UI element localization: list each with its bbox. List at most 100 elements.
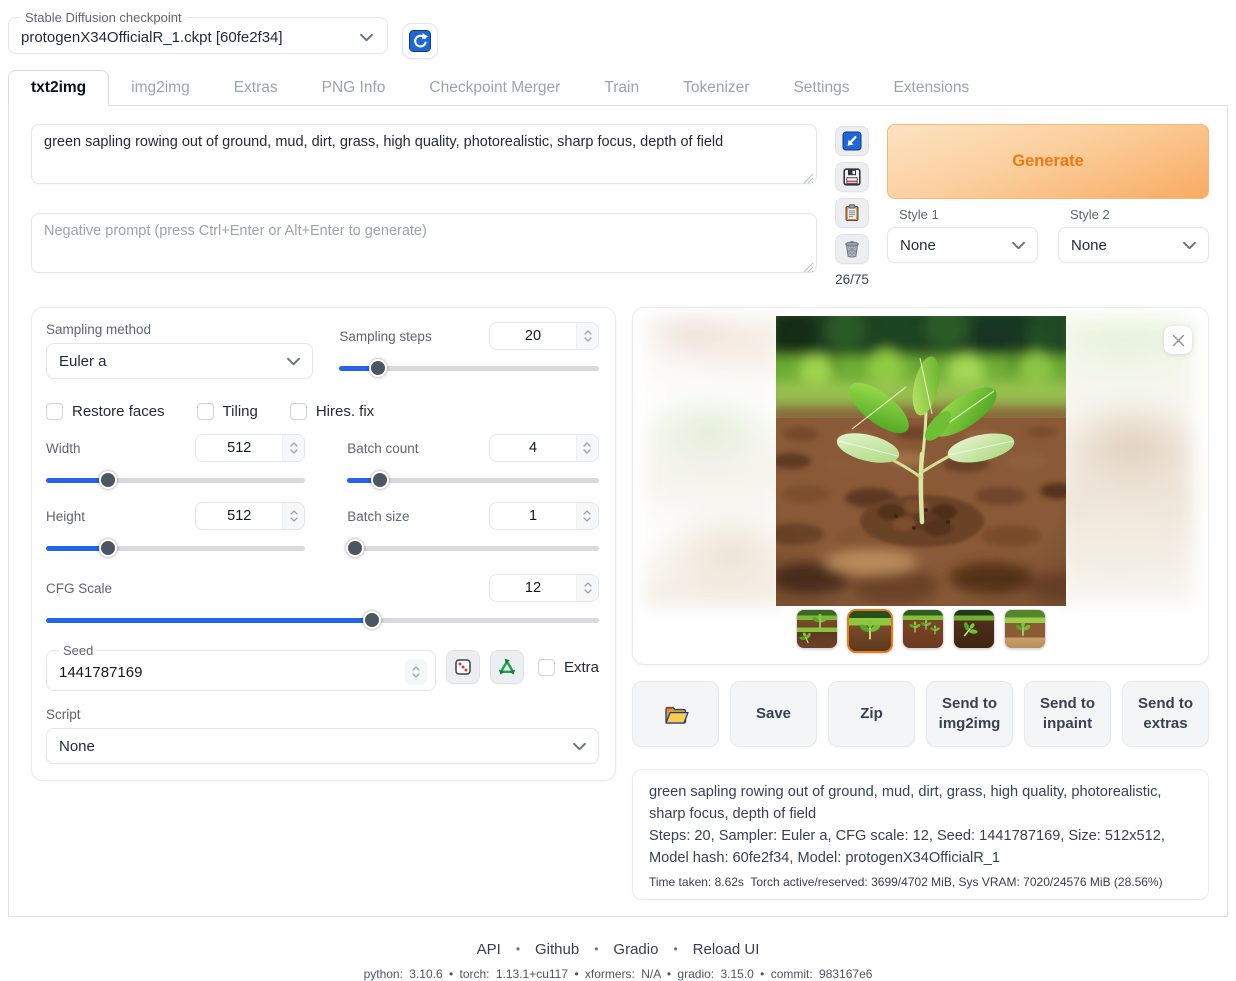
batch-size-spinner[interactable] (576, 503, 598, 529)
send-to-extras-button[interactable]: Send to extras (1122, 681, 1209, 747)
gallery-thumbnail-4[interactable] (953, 609, 995, 649)
sampling-steps-spinner[interactable] (576, 323, 598, 349)
sampling-steps-label: Sampling steps (339, 329, 431, 344)
width-slider[interactable] (46, 471, 305, 489)
gallery-thumbnail-1[interactable] (796, 609, 838, 649)
sampling-method-dropdown[interactable]: Euler a (46, 343, 313, 379)
script-dropdown[interactable]: None (46, 728, 599, 764)
tab-img2img[interactable]: img2img (109, 71, 212, 105)
checkbox-box[interactable] (46, 403, 63, 420)
zip-button[interactable]: Zip (828, 681, 915, 747)
info-performance-text: Time taken: 8.62s Torch active/reserved:… (649, 875, 1192, 889)
generate-button[interactable]: Generate (887, 124, 1209, 199)
tab-train[interactable]: Train (582, 71, 661, 105)
tab-extras[interactable]: Extras (212, 71, 300, 105)
gallery-thumbnail-3[interactable] (902, 609, 944, 649)
sampling-steps-slider[interactable] (339, 359, 599, 377)
cfg-scale-label: CFG Scale (46, 581, 112, 596)
tab-checkpoint-merger[interactable]: Checkpoint Merger (407, 71, 582, 105)
height-input[interactable]: 512 (195, 502, 305, 530)
seed-label: Seed (59, 643, 97, 658)
spinner-down-icon (412, 673, 420, 678)
send-to-img2img-button[interactable]: Send to img2img (926, 681, 1013, 747)
batch-size-label: Batch size (347, 509, 409, 524)
random-seed-button[interactable] (446, 650, 480, 684)
reuse-seed-button[interactable] (490, 650, 524, 684)
checkpoint-header: Stable Diffusion checkpoint protogenX34O… (8, 10, 1228, 59)
checkbox-box[interactable] (538, 659, 555, 676)
footer-link-api[interactable]: API (477, 941, 501, 958)
generation-settings-card: Sampling method Euler a Sampling steps 2… (31, 307, 616, 781)
batch-size-input[interactable]: 1 (489, 502, 599, 530)
tiling-checkbox[interactable]: Tiling (197, 403, 258, 420)
save-style-button[interactable] (835, 162, 869, 192)
spinner-up-icon (584, 582, 592, 587)
checkbox-box[interactable] (290, 403, 307, 420)
cfg-scale-input[interactable]: 12 (489, 574, 599, 602)
chevron-down-icon (573, 742, 586, 751)
refresh-checkpoints-button[interactable] (402, 23, 438, 59)
close-icon (1171, 333, 1186, 348)
save-button[interactable]: Save (730, 681, 817, 747)
height-slider[interactable] (46, 539, 305, 557)
image-gallery (632, 307, 1209, 665)
sampling-method-value: Euler a (59, 353, 107, 370)
clear-prompt-button[interactable] (835, 234, 869, 264)
seed-spinner[interactable] (405, 659, 427, 685)
extra-seed-checkbox[interactable]: Extra (538, 659, 599, 676)
floppy-disk-icon (842, 167, 862, 187)
checkpoint-dropdown[interactable]: Stable Diffusion checkpoint protogenX34O… (8, 10, 388, 54)
tab-settings[interactable]: Settings (771, 71, 871, 105)
height-spinner[interactable] (282, 503, 304, 529)
width-spinner[interactable] (282, 435, 304, 461)
chevron-down-icon (287, 357, 300, 366)
chevron-down-icon (1012, 241, 1025, 250)
read-generation-params-button[interactable] (835, 126, 869, 156)
spinner-up-icon (583, 510, 591, 515)
width-input[interactable]: 512 (195, 434, 305, 462)
style2-dropdown[interactable]: None (1058, 227, 1209, 263)
chevron-down-icon (360, 33, 373, 42)
tab-extensions[interactable]: Extensions (871, 71, 991, 105)
sampling-steps-input[interactable]: 20 (489, 322, 599, 350)
batch-count-slider[interactable] (347, 471, 599, 489)
clipboard-icon (842, 203, 862, 223)
sprout-icon (811, 614, 828, 629)
style2-value: None (1071, 237, 1107, 254)
batch-count-spinner[interactable] (576, 435, 598, 461)
generate-column: Generate Style 1 None Style 2 None (887, 124, 1209, 287)
send-to-inpaint-button[interactable]: Send to inpaint (1024, 681, 1111, 747)
generation-info: green sapling rowing out of ground, mud,… (632, 769, 1209, 900)
cfg-scale-spinner[interactable] (576, 575, 598, 601)
cfg-scale-slider[interactable] (46, 611, 599, 629)
close-gallery-button[interactable] (1164, 326, 1192, 354)
footer-link-reload-ui[interactable]: Reload UI (693, 941, 760, 958)
spinner-down-icon (290, 517, 298, 522)
gallery-thumbnail-2-selected[interactable] (847, 609, 893, 653)
tab-png-info[interactable]: PNG Info (300, 71, 408, 105)
info-params-text: Steps: 20, Sampler: Euler a, CFG scale: … (649, 826, 1192, 870)
restore-faces-checkbox[interactable]: Restore faces (46, 403, 165, 420)
hires-fix-checkbox[interactable]: Hires. fix (290, 403, 374, 420)
open-folder-button[interactable] (632, 681, 719, 747)
batch-count-input[interactable]: 4 (489, 434, 599, 462)
dice-icon (453, 657, 473, 677)
slider-knob[interactable] (369, 359, 387, 377)
spinner-up-icon (290, 442, 298, 447)
batch-size-slider[interactable] (347, 539, 599, 557)
negative-prompt-input[interactable] (31, 213, 817, 273)
spinner-down-icon (583, 449, 591, 454)
style1-dropdown[interactable]: None (887, 227, 1038, 263)
footer-link-github[interactable]: Github (535, 941, 579, 958)
checkbox-box[interactable] (197, 403, 214, 420)
apply-style-button[interactable] (835, 198, 869, 228)
seed-input[interactable]: Seed 1441787169 (46, 643, 436, 691)
tab-tokenizer[interactable]: Tokenizer (661, 71, 771, 105)
generated-image[interactable] (776, 316, 1066, 606)
footer-link-gradio[interactable]: Gradio (613, 941, 658, 958)
tab-txt2img[interactable]: txt2img (8, 70, 109, 106)
gallery-thumbnail-5[interactable] (1004, 609, 1046, 649)
prompt-input[interactable]: green sapling rowing out of ground, mud,… (31, 124, 817, 184)
sprout-icon (858, 620, 882, 641)
footer-separator: • (594, 942, 598, 956)
